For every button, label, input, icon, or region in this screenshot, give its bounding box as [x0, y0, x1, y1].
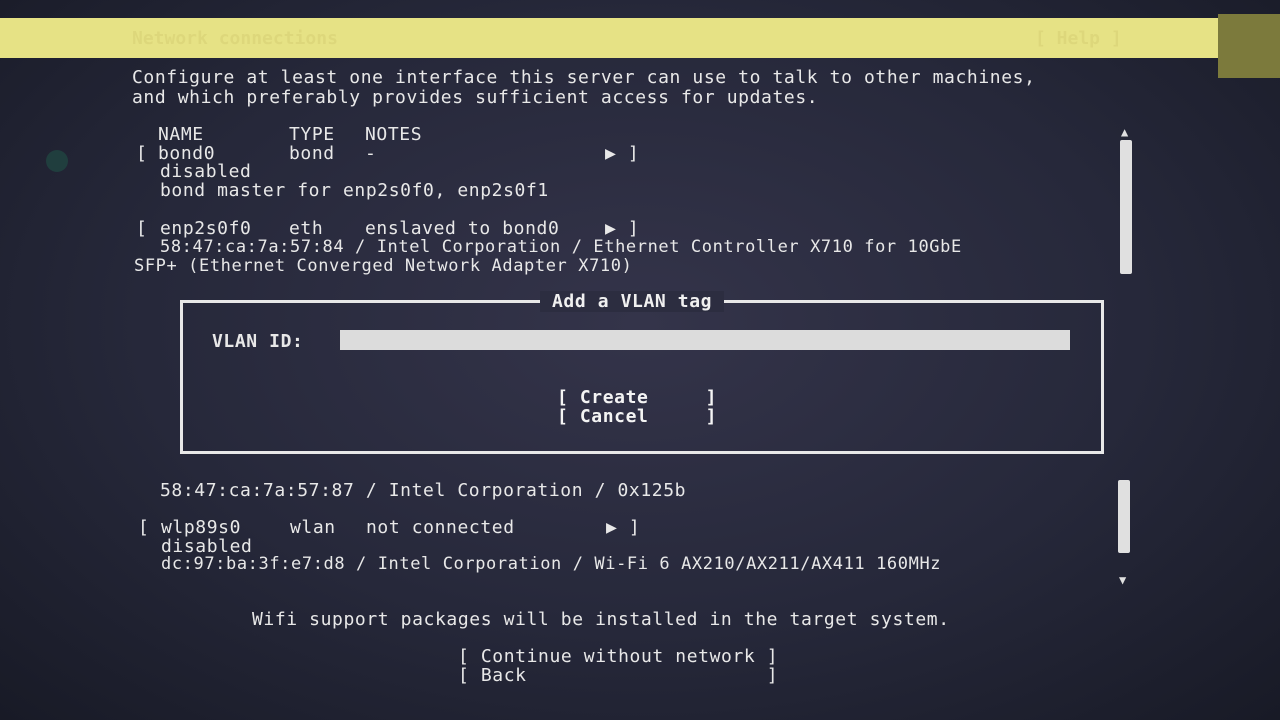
- row-bracket: [: [136, 218, 148, 239]
- cancel-button[interactable]: [ Cancel ]: [557, 407, 717, 426]
- column-header-type: TYPE: [289, 124, 335, 145]
- continue-without-network-button[interactable]: [ Continue without network ]: [458, 647, 778, 666]
- interface-notes: -: [365, 143, 377, 164]
- interface-detail: bond master for enp2s0f0, enp2s0f1: [160, 180, 549, 201]
- back-button[interactable]: [ Back ]: [458, 666, 778, 685]
- interface-type: eth: [289, 218, 324, 239]
- interface-type: bond: [289, 143, 335, 164]
- vlan-dialog: [180, 300, 1104, 454]
- header-title: Network connections: [132, 28, 338, 49]
- vlan-id-label: VLAN ID:: [212, 331, 304, 352]
- row-bracket: [: [138, 517, 150, 538]
- create-button[interactable]: [ Create ]: [557, 388, 717, 407]
- header-bar-edge: [1218, 14, 1280, 78]
- row-menu-arrow[interactable]: ▶ ]: [605, 219, 639, 238]
- row-menu-arrow[interactable]: ▶ ]: [605, 144, 639, 163]
- dialog-title: Add a VLAN tag: [540, 291, 725, 312]
- intro-line-2: and which preferably provides sufficient…: [132, 87, 819, 108]
- intro-line-1: Configure at least one interface this se…: [132, 67, 1036, 88]
- installer-screen: Network connections [ Help ] Configure a…: [0, 0, 1280, 720]
- row-bracket: [: [136, 143, 148, 164]
- interface-name: wlp89s0: [161, 517, 242, 538]
- help-button[interactable]: [ Help ]: [1035, 28, 1122, 49]
- column-header-name: NAME: [158, 124, 204, 145]
- vlan-id-input[interactable]: [340, 330, 1070, 350]
- interface-detail: dc:97:ba:3f:e7:d8 / Intel Corporation / …: [161, 554, 942, 574]
- row-menu-arrow[interactable]: ▶ ]: [606, 518, 640, 537]
- scrollbar-thumb[interactable]: [1120, 140, 1132, 274]
- interface-status: disabled: [160, 161, 252, 182]
- interface-notes: enslaved to bond0: [365, 218, 560, 239]
- column-header-notes: NOTES: [365, 124, 423, 145]
- scroll-up-icon[interactable]: ▲: [1121, 125, 1128, 139]
- interface-detail: 58:47:ca:7a:57:84 / Intel Corporation / …: [160, 237, 962, 257]
- scroll-down-icon[interactable]: ▼: [1119, 573, 1126, 587]
- header-bar: Network connections [ Help ]: [0, 18, 1218, 58]
- scrollbar-thumb-lower[interactable]: [1118, 480, 1130, 553]
- interface-detail: 58:47:ca:7a:57:87 / Intel Corporation / …: [160, 480, 687, 501]
- interface-type: wlan: [290, 517, 336, 538]
- interface-notes: not connected: [366, 517, 515, 538]
- interface-detail-continued: SFP+ (Ethernet Converged Network Adapter…: [134, 256, 633, 276]
- interface-name: enp2s0f0: [160, 218, 252, 239]
- decorative-dot: [46, 150, 68, 172]
- wifi-note: Wifi support packages will be installed …: [252, 609, 950, 630]
